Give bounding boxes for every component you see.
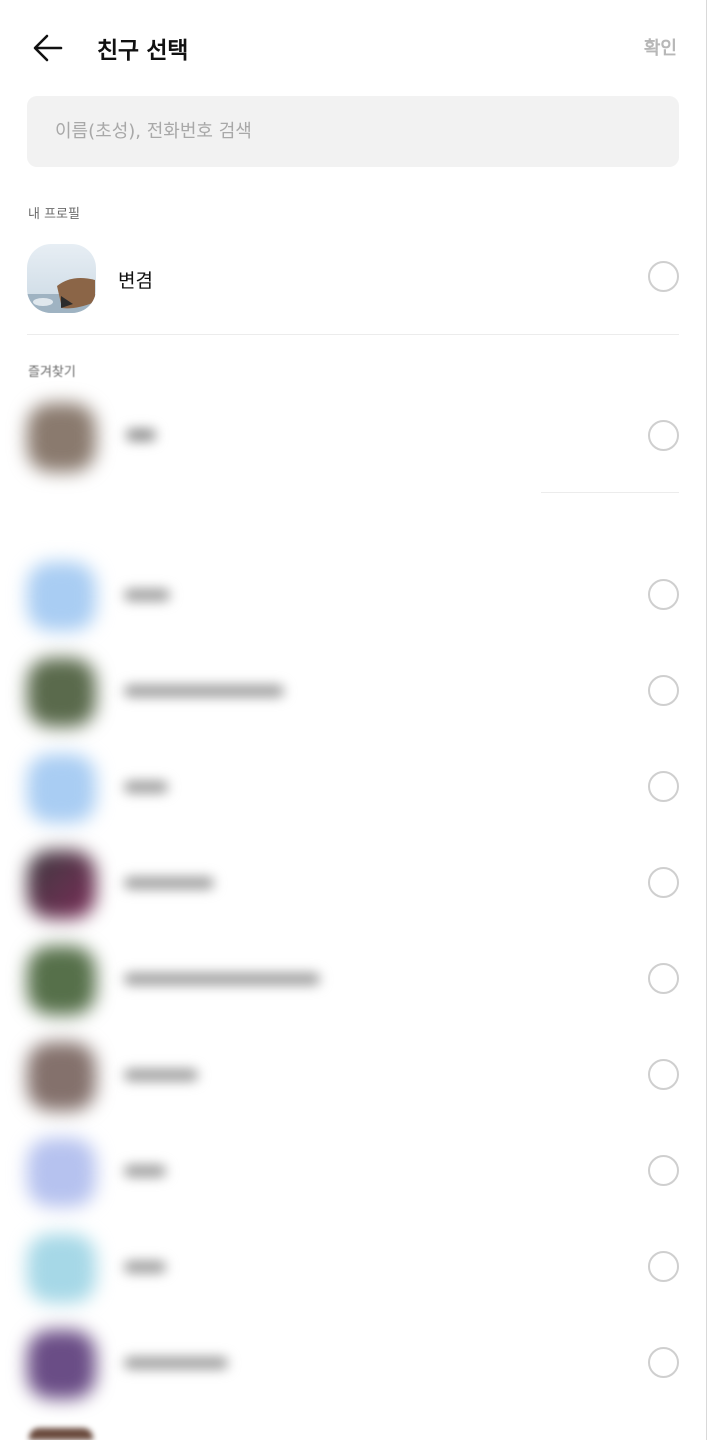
friend-name-blurred xyxy=(124,1357,228,1369)
avatar xyxy=(29,1428,93,1440)
friend-row[interactable] xyxy=(0,946,707,1036)
friend-row[interactable] xyxy=(0,1234,707,1324)
back-arrow-icon[interactable] xyxy=(30,30,66,66)
avatar xyxy=(27,1234,96,1303)
select-radio[interactable] xyxy=(648,420,679,451)
select-radio[interactable] xyxy=(648,1347,679,1378)
friend-name-blurred xyxy=(126,429,156,441)
friend-row[interactable] xyxy=(0,850,707,940)
section-label-favorites: 즐겨찾기 xyxy=(28,365,76,380)
select-radio[interactable] xyxy=(648,1251,679,1282)
avatar xyxy=(27,946,96,1015)
avatar xyxy=(27,1042,96,1111)
friend-row[interactable] xyxy=(0,562,707,652)
friend-name-blurred xyxy=(124,877,214,889)
header: 친구 선택 확인 xyxy=(0,0,707,96)
divider xyxy=(27,334,679,335)
friend-row[interactable] xyxy=(0,1138,707,1228)
my-profile-name: 변겸 xyxy=(118,270,153,292)
my-profile-row[interactable]: 변겸 xyxy=(0,244,707,334)
friend-name-blurred xyxy=(124,973,320,985)
friend-name-blurred xyxy=(124,781,168,793)
select-radio[interactable] xyxy=(648,261,679,292)
select-radio[interactable] xyxy=(648,1155,679,1186)
select-radio[interactable] xyxy=(648,867,679,898)
page-title: 친구 선택 xyxy=(97,38,189,64)
avatar xyxy=(27,1330,96,1399)
avatar xyxy=(27,850,96,919)
avatar xyxy=(27,244,96,313)
search-input[interactable] xyxy=(27,96,679,167)
friend-name-blurred xyxy=(124,1069,198,1081)
friend-name-blurred xyxy=(124,685,284,697)
select-radio[interactable] xyxy=(648,771,679,802)
avatar xyxy=(27,658,96,727)
friend-row[interactable] xyxy=(0,1330,707,1420)
friend-row[interactable] xyxy=(0,1042,707,1132)
select-radio[interactable] xyxy=(648,675,679,706)
avatar xyxy=(27,754,96,823)
avatar xyxy=(27,562,96,631)
divider xyxy=(541,492,679,493)
avatar xyxy=(27,403,96,472)
select-radio[interactable] xyxy=(648,1059,679,1090)
friend-name-blurred xyxy=(124,1261,166,1273)
friend-name-blurred xyxy=(124,589,170,601)
friend-row[interactable] xyxy=(0,658,707,748)
select-radio[interactable] xyxy=(648,579,679,610)
select-radio[interactable] xyxy=(648,963,679,994)
friend-name-blurred xyxy=(124,1165,166,1177)
confirm-button[interactable]: 확인 xyxy=(644,34,677,60)
section-label-my-profile: 내 프로필 xyxy=(28,207,80,222)
friend-row[interactable] xyxy=(0,754,707,844)
favorite-row[interactable] xyxy=(0,403,707,493)
avatar xyxy=(27,1138,96,1207)
